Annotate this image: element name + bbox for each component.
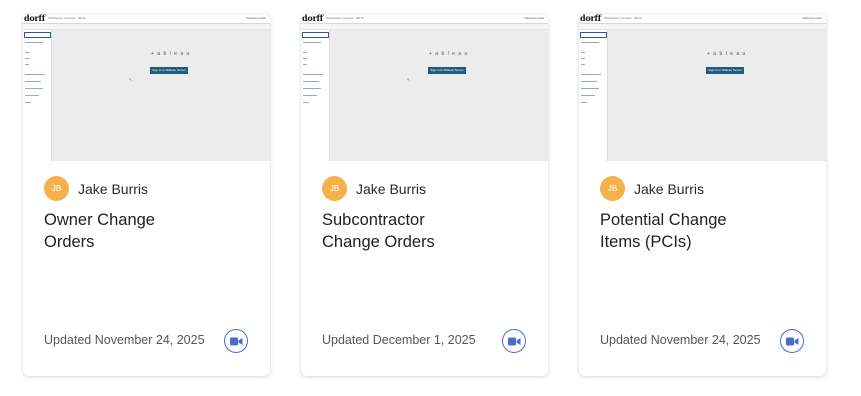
thumbnail-sidebar-line [581, 102, 587, 103]
author: JB Jake Burris [322, 176, 426, 201]
card-title-line: Subcontractor [322, 211, 425, 229]
thumbnail-sidebar-line [25, 88, 43, 89]
updated-date: Updated November 24, 2025 [44, 333, 205, 347]
thumbnail-sidebar-line [581, 81, 597, 82]
thumbnail-sidebar-line [303, 88, 321, 89]
thumbnail-sidebar-line [303, 102, 309, 103]
video-thumbnail[interactable]: dorff Workspace overview · BETA Welcome … [301, 14, 548, 161]
thumbnail-sidebar-selected [580, 32, 607, 38]
thumbnail-sidebar-line [303, 52, 307, 53]
thumbnail-topbar: dorff Workspace overview · BETA Welcome … [301, 14, 548, 24]
thumbnail-sidebar-line [581, 42, 599, 43]
video-thumbnail[interactable]: dorff Workspace overview · BETA Welcome … [23, 14, 270, 161]
author-name: Jake Burris [634, 180, 705, 197]
thumbnail-sidebar-line [581, 74, 601, 75]
thumbnail-sidebar-line [25, 95, 39, 96]
thumbnail-sidebar-line [303, 58, 307, 59]
thumbnail-signin-button: Sign in to Tableau Server [706, 67, 744, 74]
card-title-line: Owner Change [44, 211, 155, 229]
thumbnail-signin-button: Sign in to Tableau Server [428, 67, 466, 74]
thumbnail-sidebar-selected [24, 32, 51, 38]
video-card[interactable]: dorff Workspace overview · BETA Welcome … [579, 14, 826, 376]
video-card[interactable]: dorff Workspace overview · BETA Welcome … [23, 14, 270, 376]
card-title[interactable]: Owner Change Orders [44, 209, 244, 253]
thumbnail-topbar: dorff Workspace overview · BETA Welcome … [23, 14, 270, 24]
thumbnail-window-title: Workspace overview · BETA [604, 16, 642, 20]
video-button[interactable] [780, 329, 804, 353]
thumbnail-user: Welcome back [246, 16, 266, 20]
thumbnail-sidebar-line [303, 74, 323, 75]
thumbnail-subbar [23, 24, 270, 30]
avatar: JB [44, 176, 69, 201]
thumbnail-window-title: Workspace overview · BETA [326, 16, 364, 20]
thumbnail-sidebar-line [581, 52, 585, 53]
thumbnail-sidebar-line [303, 42, 321, 43]
thumbnail-user: Welcome back [524, 16, 544, 20]
thumbnail-sidebar-line [303, 64, 307, 65]
video-card[interactable]: dorff Workspace overview · BETA Welcome … [301, 14, 548, 376]
thumbnail-subbar [301, 24, 548, 30]
thumbnail-sidebar-line [303, 81, 319, 82]
thumbnail-subbar [579, 24, 826, 30]
thumbnail-sidebar-line [581, 95, 595, 96]
card-title-line: Orders [44, 233, 95, 251]
avatar: JB [600, 176, 625, 201]
video-thumbnail[interactable]: dorff Workspace overview · BETA Welcome … [579, 14, 826, 161]
thumbnail-sidebar-line [25, 81, 41, 82]
card-title-line: Change Orders [322, 233, 435, 251]
thumbnail-sidebar-line [303, 95, 317, 96]
cursor-icon: ↖ [407, 77, 411, 82]
card-title[interactable]: Potential Change Items (PCIs) [600, 209, 800, 253]
thumbnail-sidebar-line [581, 88, 599, 89]
thumbnail-sidebar [23, 30, 52, 161]
thumbnail-sidebar [579, 30, 608, 161]
video-camera-icon [229, 337, 242, 345]
thumbnail-sidebar-line [25, 42, 43, 43]
updated-date: Updated December 1, 2025 [322, 333, 476, 347]
thumbnail-logo: dorff [302, 14, 324, 23]
thumbnail-sidebar-line [25, 102, 31, 103]
tableau-logo: + a b l e a u [707, 51, 747, 57]
video-camera-icon [785, 337, 798, 345]
video-camera-icon [507, 337, 520, 345]
author: JB Jake Burris [600, 176, 704, 201]
updated-date: Updated November 24, 2025 [600, 333, 761, 347]
thumbnail-signin-button: Sign in to Tableau Server [150, 67, 188, 74]
card-title-line: Potential Change [600, 211, 727, 229]
author-name: Jake Burris [78, 180, 149, 197]
thumbnail-window-title: Workspace overview · BETA [48, 16, 86, 20]
thumbnail-sidebar-line [25, 74, 45, 75]
tableau-logo: + a b l e a u [429, 51, 469, 57]
thumbnail-sidebar-line [581, 64, 585, 65]
avatar: JB [322, 176, 347, 201]
thumbnail-logo: dorff [24, 14, 46, 23]
video-button[interactable] [224, 329, 248, 353]
card-title[interactable]: Subcontractor Change Orders [322, 209, 522, 253]
tableau-logo: + a b l e a u [151, 51, 191, 57]
author: JB Jake Burris [44, 176, 148, 201]
author-name: Jake Burris [356, 180, 427, 197]
thumbnail-sidebar-line [25, 64, 29, 65]
thumbnail-sidebar-selected [302, 32, 329, 38]
thumbnail-sidebar [301, 30, 330, 161]
thumbnail-sidebar-line [581, 58, 585, 59]
thumbnail-logo: dorff [580, 14, 602, 23]
card-title-line: Items (PCIs) [600, 233, 692, 251]
thumbnail-sidebar-line [25, 52, 29, 53]
thumbnail-topbar: dorff Workspace overview · BETA Welcome … [579, 14, 826, 24]
cursor-icon: ↖ [129, 77, 133, 82]
thumbnail-sidebar-line [25, 58, 29, 59]
thumbnail-user: Welcome back [802, 16, 822, 20]
video-button[interactable] [502, 329, 526, 353]
